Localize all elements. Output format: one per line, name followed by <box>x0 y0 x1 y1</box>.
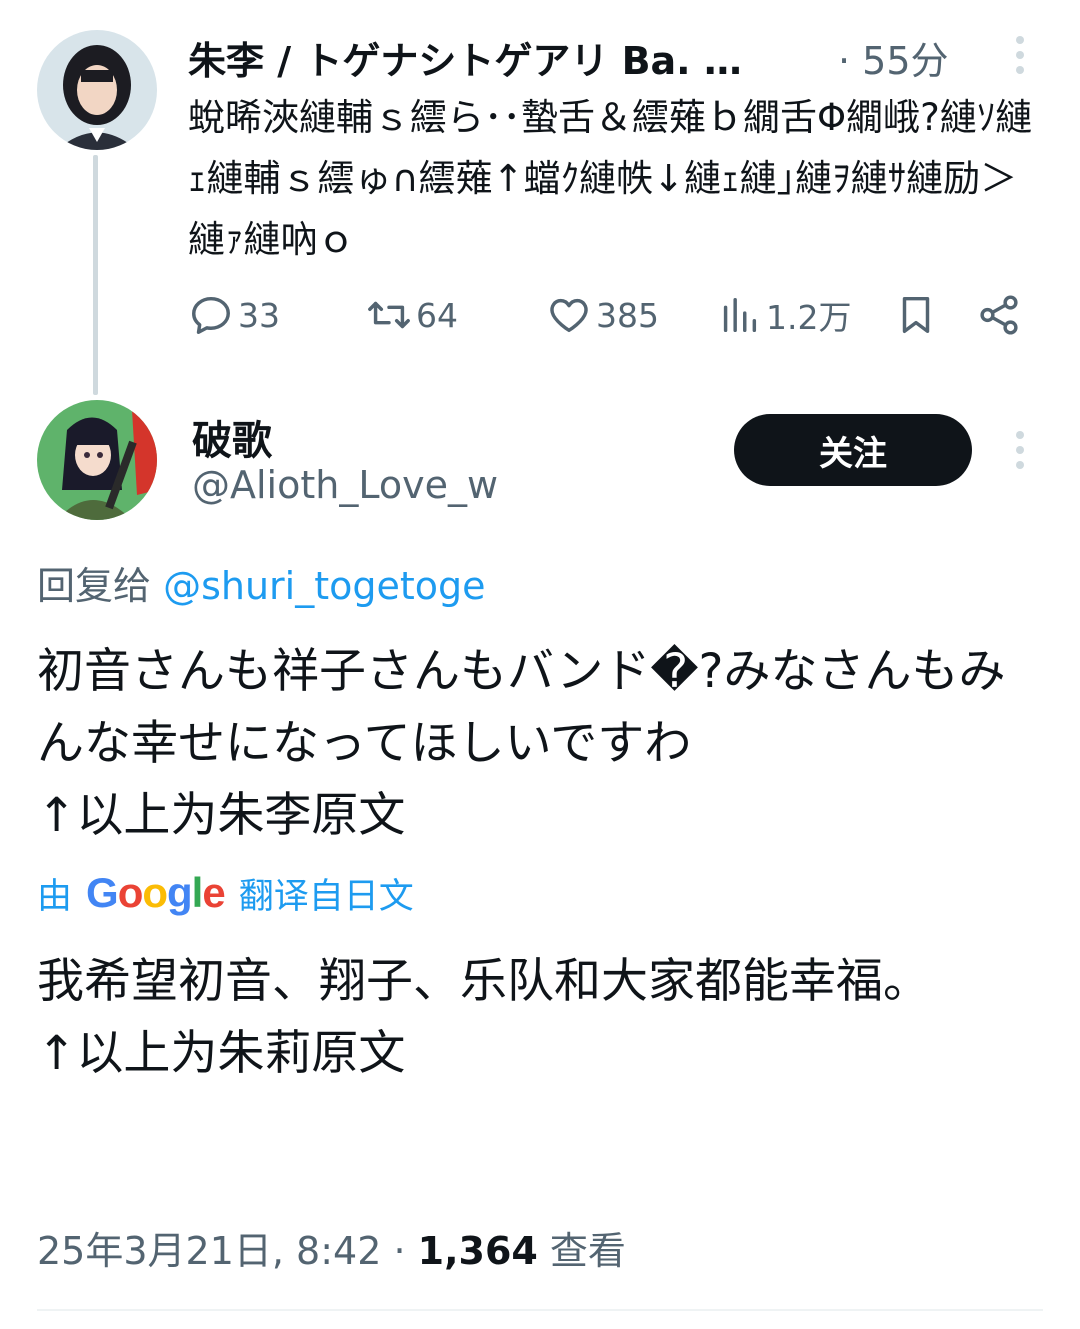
translate-suffix: 翻译自日文 <box>238 876 414 917</box>
translated-tweet-text: 我希望初音、翔子、乐队和大家都能幸福。 ↑以上为朱莉原文 <box>37 954 930 1081</box>
analytics-icon <box>723 297 757 333</box>
bookmark-icon <box>902 296 930 334</box>
parent-tweet-text: 蛻晞浹縺輔ｓ繧ら･･蟄舌＆繧薙ｂ繝舌Φ繝峨?縺ｿ縺ｪ縺輔ｓ繧ゅ∩繧薙↑蟷ｸ縺帙↓… <box>188 96 1033 261</box>
translation-attribution[interactable]: 由 Google 翻译自日文 <box>37 868 414 918</box>
google-logo: Google <box>86 869 226 916</box>
more-options-icon[interactable] <box>1005 35 1035 75</box>
tweet-date[interactable]: 25年3月21日, 8:42 · <box>37 1229 418 1273</box>
parent-tweet-time[interactable]: · 55分 <box>838 30 949 85</box>
retweet-icon <box>368 301 410 329</box>
parent-tweet-header: 朱李 / トゲナシトゲアリ Ba. … · 55分 <box>188 28 988 83</box>
reply-tweet-text: 初音さんも祥子さんもバンド�?みなさんもみんな幸せになってほしいですわ ↑以上为… <box>37 644 1006 843</box>
bookmark-button[interactable] <box>893 285 939 345</box>
retweet-count: 64 <box>416 295 458 335</box>
heart-icon <box>550 298 588 333</box>
replying-to-line: 回复给 @shuri_togetoge <box>37 555 486 610</box>
reply-button[interactable]: 33 <box>188 285 280 345</box>
follow-button[interactable]: 关注 <box>734 414 972 486</box>
views-button[interactable]: 1.2万 <box>716 285 851 345</box>
reply-author-handle[interactable]: @Alioth_Love_w <box>192 463 498 507</box>
reply-count: 33 <box>238 295 280 335</box>
more-options-icon[interactable] <box>1005 430 1035 470</box>
replying-to-mention-link[interactable]: @shuri_togetoge <box>163 564 485 608</box>
translate-prefix: 由 <box>37 876 73 917</box>
share-icon <box>980 295 1018 335</box>
replying-to-label: 回复给 <box>37 564 164 608</box>
share-button[interactable] <box>976 285 1022 345</box>
like-count: 385 <box>596 295 659 335</box>
views-count: 1.2万 <box>766 298 852 337</box>
retweet-button[interactable]: 64 <box>366 285 458 345</box>
user-avatar-photo-icon <box>37 30 157 150</box>
tweet-view-count: 1,364 <box>417 1229 538 1273</box>
reply-author-name[interactable]: 破歌 <box>192 408 272 466</box>
reply-icon <box>192 296 230 334</box>
anime-avatar-image-icon <box>37 400 157 520</box>
reply-author-avatar[interactable] <box>37 400 157 520</box>
tweet-views-label: 查看 <box>537 1229 626 1273</box>
tweet-action-bar: 33 64 385 1.2万 <box>188 285 1038 345</box>
parent-author-name[interactable]: 朱李 / トゲナシトゲアリ Ba. … <box>188 30 742 85</box>
divider <box>37 1309 1043 1311</box>
parent-author-avatar[interactable] <box>37 30 157 150</box>
tweet-meta: 25年3月21日, 8:42 · 1,364 查看 <box>37 1220 626 1275</box>
like-button[interactable]: 385 <box>546 285 659 345</box>
thread-connector-line <box>93 155 98 395</box>
